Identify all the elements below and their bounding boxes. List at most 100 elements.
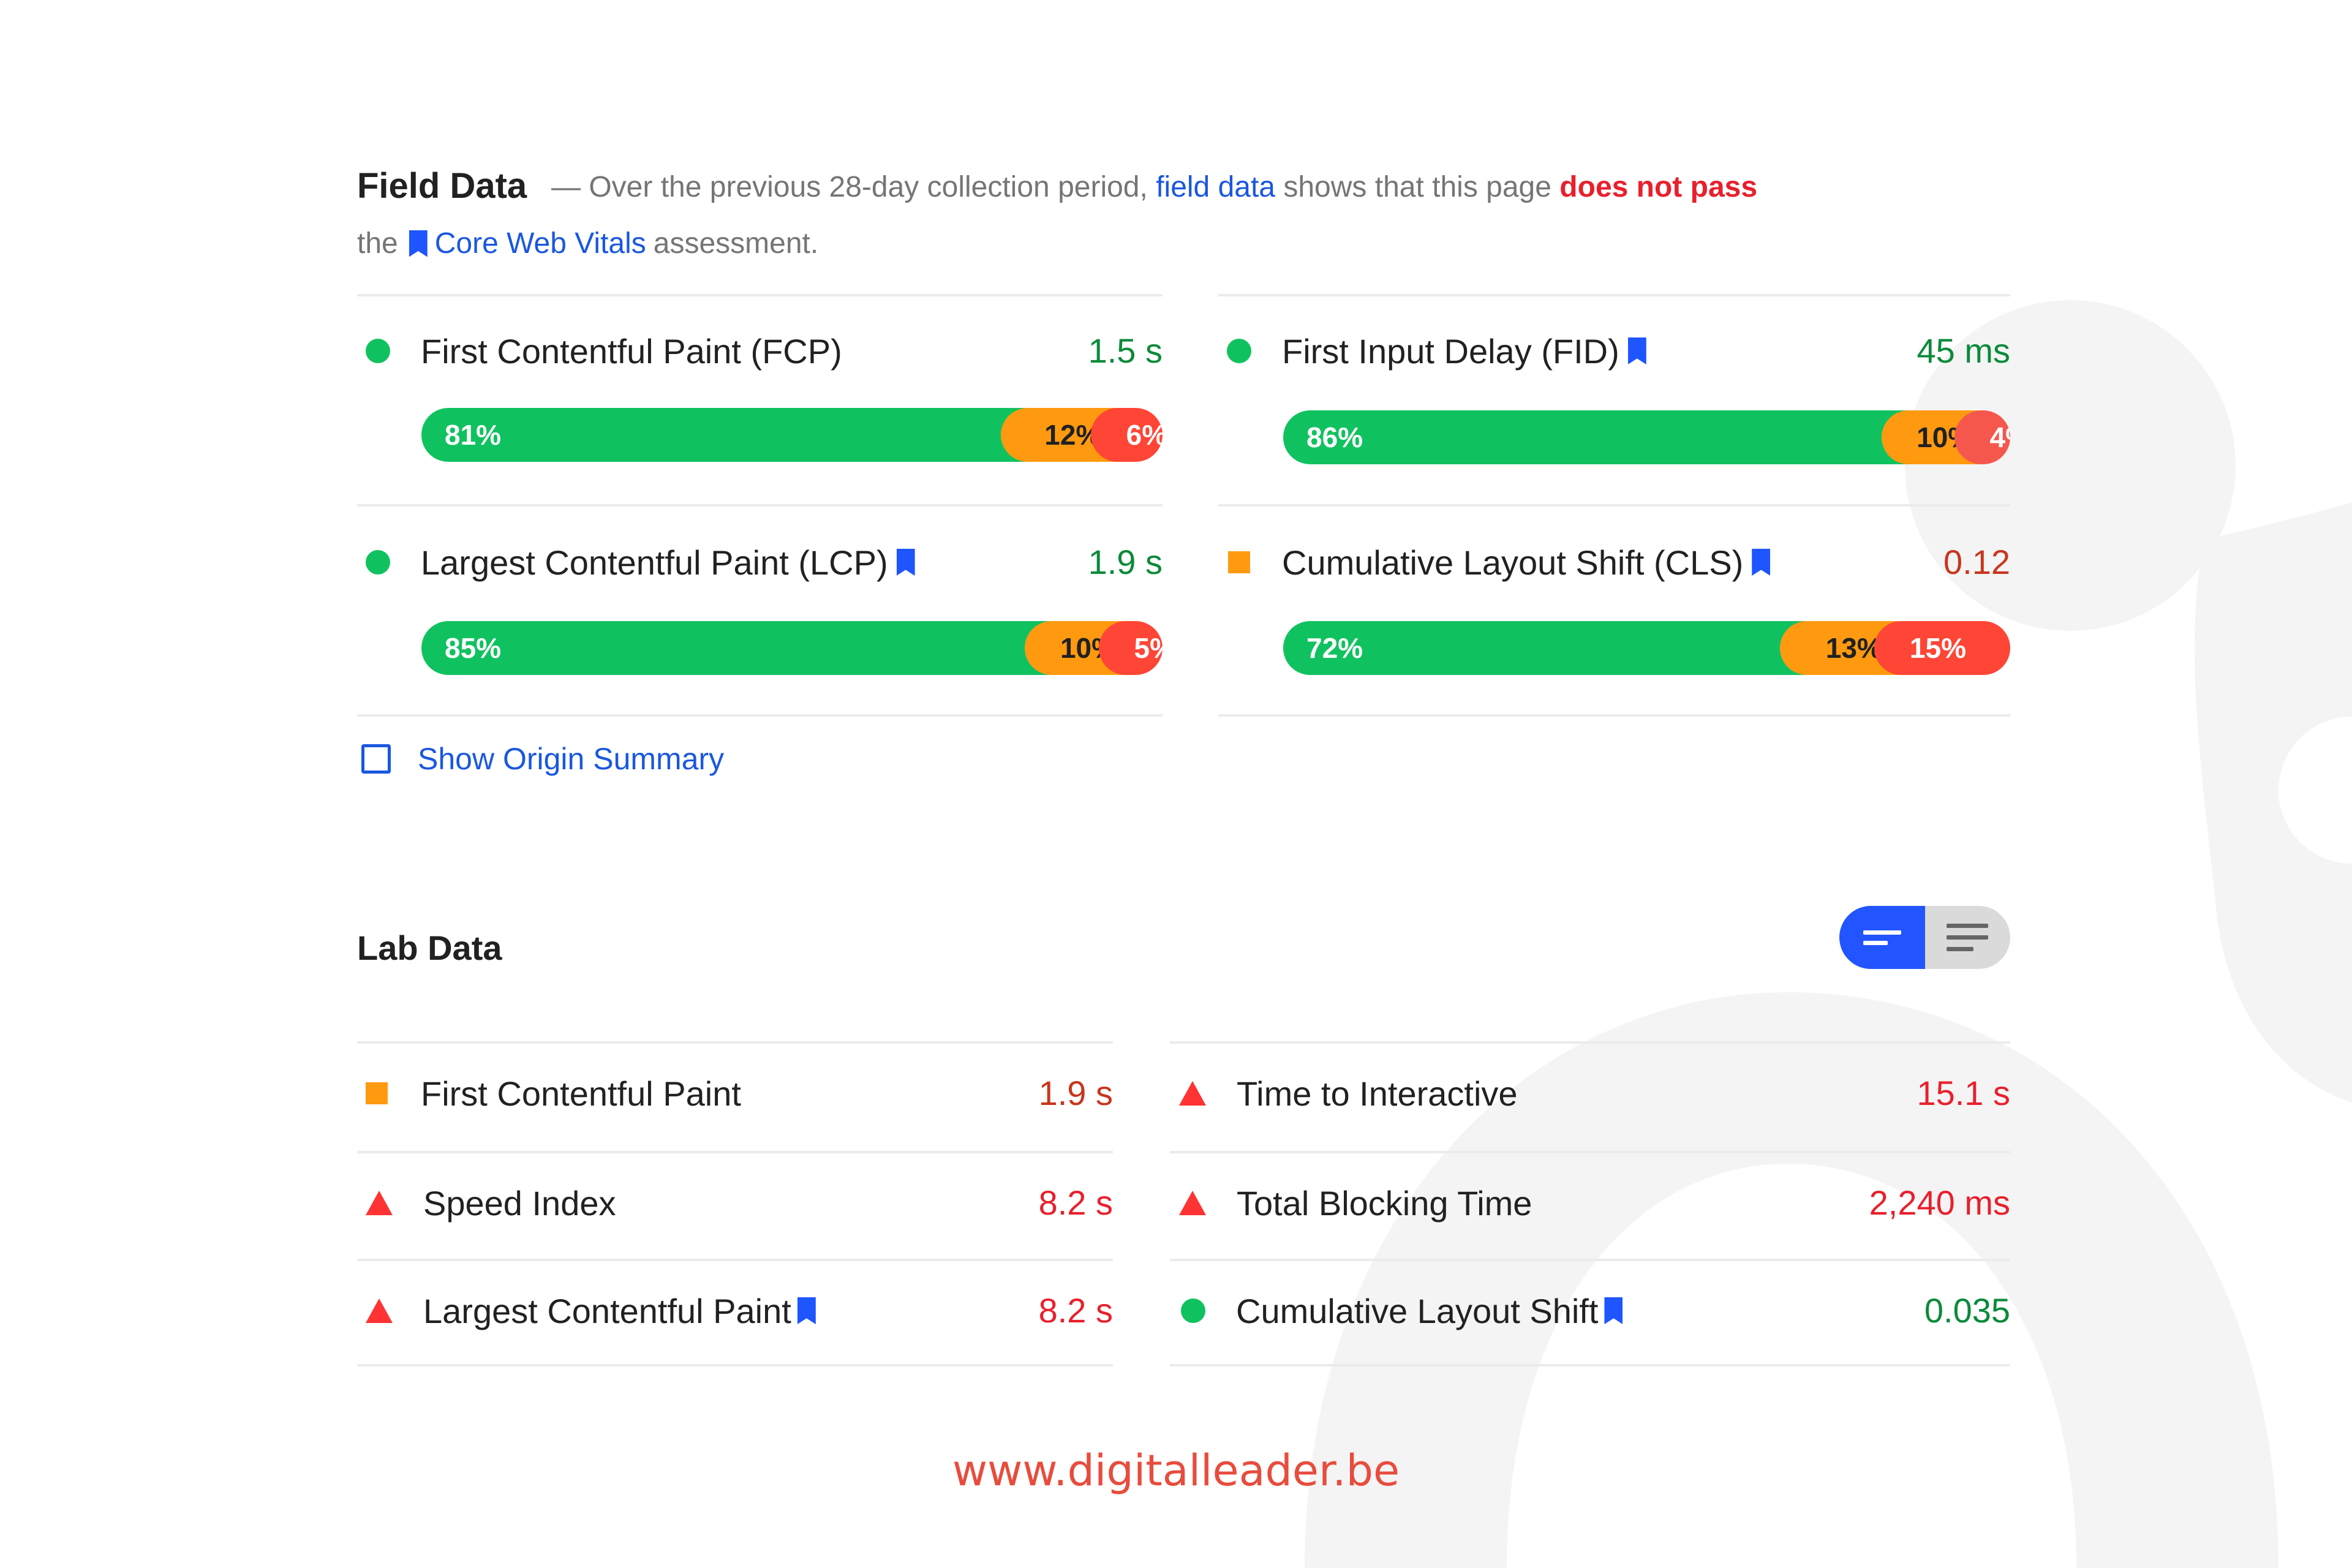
bar-poor-segment: 4% xyxy=(1954,410,2011,464)
core-web-vital-bookmark-icon xyxy=(896,549,915,576)
lab-metric-tti: Time to Interactive xyxy=(1179,1069,1518,1118)
lab-data-title: Lab Data xyxy=(357,929,502,967)
bar-good-segment: 85% xyxy=(421,621,1052,675)
poor-percent: 6% xyxy=(1126,419,1163,451)
divider xyxy=(1218,504,2010,507)
lab-metric-speed-index: Speed Index xyxy=(366,1178,616,1227)
lab-metric-cls: Cumulative Layout Shift xyxy=(1181,1286,1623,1335)
divider xyxy=(357,1151,1113,1153)
metric-label: First Contentful Paint (FCP) xyxy=(421,331,842,371)
core-web-vitals-bookmark-icon xyxy=(409,230,428,257)
bar-poor-segment: 6% xyxy=(1090,408,1163,462)
core-web-vital-bookmark-icon xyxy=(1752,549,1771,576)
metric-value: 1.9 s xyxy=(1038,1074,1113,1112)
poor-status-icon xyxy=(366,1298,393,1323)
lab-metric-lcp: Largest Contentful Paint xyxy=(366,1286,816,1335)
metric-label: Cumulative Layout Shift (CLS) xyxy=(1282,543,1744,582)
metric-label: Cumulative Layout Shift xyxy=(1236,1291,1599,1330)
metric-value: 1.5 s xyxy=(1088,331,1163,370)
metric-value: 1.9 s xyxy=(1088,543,1163,581)
desc-text: assessment. xyxy=(653,227,819,260)
poor-status-icon xyxy=(1179,1081,1206,1106)
core-web-vital-bookmark-icon xyxy=(797,1297,816,1324)
background-logo-decoration xyxy=(1305,300,2352,1568)
metric-label: Largest Contentful Paint xyxy=(423,1291,791,1330)
desc-text: Over the previous 28-day collection peri… xyxy=(589,171,1148,203)
metric-label: Total Blocking Time xyxy=(1237,1183,1532,1223)
desc-dash: — xyxy=(551,171,581,203)
good-status-icon xyxy=(366,339,390,363)
good-percent: 85% xyxy=(445,632,502,664)
average-status-icon xyxy=(1228,551,1250,573)
good-status-icon xyxy=(1227,339,1251,363)
divider xyxy=(1218,294,2010,296)
divider xyxy=(1170,1259,2010,1261)
bar-good-segment: 72% xyxy=(1283,621,1807,675)
metric-label: First Contentful Paint xyxy=(421,1074,741,1113)
field-data-description-line2: the Core Web Vitals assessment. xyxy=(357,227,818,260)
bar-good-segment: 86% xyxy=(1283,410,1909,464)
field-data-description: — Over the previous 28-day collection pe… xyxy=(551,170,1757,204)
bar-poor-segment: 15% xyxy=(1874,621,2010,675)
poor-percent: 5% xyxy=(1134,632,1163,664)
core-web-vital-bookmark-icon xyxy=(1627,337,1646,364)
field-metric-lcp: Largest Contentful Paint (LCP) xyxy=(366,538,915,587)
metric-value: 8.2 s xyxy=(1038,1291,1113,1330)
distribution-bar-cls: 72% 13% 15% xyxy=(1283,621,2010,675)
divider xyxy=(357,504,1163,507)
bar-good-segment: 81% xyxy=(421,408,1028,462)
bars-view-button[interactable] xyxy=(1839,906,1925,969)
show-origin-summary-checkbox[interactable] xyxy=(361,744,391,774)
desc-text: shows that this page xyxy=(1283,171,1551,203)
desc-text: the xyxy=(357,227,398,260)
show-origin-summary-label[interactable]: Show Origin Summary xyxy=(418,741,724,777)
divider xyxy=(1170,1364,2010,1366)
divider xyxy=(1218,714,2010,717)
metric-label: First Input Delay (FID) xyxy=(1282,331,1619,371)
good-status-icon xyxy=(1181,1298,1205,1323)
distribution-bar-fid: 86% 10% 4% xyxy=(1283,410,2010,464)
metric-label: Time to Interactive xyxy=(1237,1074,1518,1113)
show-origin-summary-toggle[interactable]: Show Origin Summary xyxy=(361,741,724,777)
divider xyxy=(357,294,1163,296)
footer-website-url: www.digitalleader.be xyxy=(952,1446,1400,1496)
metric-value: 0.12 xyxy=(1943,543,2010,581)
divider xyxy=(1170,1041,2010,1044)
poor-status-icon xyxy=(366,1191,393,1215)
good-percent: 86% xyxy=(1306,421,1363,453)
field-metric-fid: First Input Delay (FID) xyxy=(1227,326,1646,375)
poor-status-icon xyxy=(1179,1191,1206,1215)
view-toggle[interactable] xyxy=(1839,906,2010,969)
field-data-link[interactable]: field data xyxy=(1156,171,1275,203)
metric-label: Speed Index xyxy=(423,1183,616,1223)
core-web-vitals-link[interactable]: Core Web Vitals xyxy=(435,227,646,260)
metric-label: Largest Contentful Paint (LCP) xyxy=(421,543,888,582)
metric-value: 15.1 s xyxy=(1917,1074,2010,1112)
metric-value: 0.035 xyxy=(1924,1291,2010,1330)
good-percent: 72% xyxy=(1306,632,1363,664)
lab-metric-tbt: Total Blocking Time xyxy=(1179,1178,1532,1227)
metric-value: 45 ms xyxy=(1917,331,2011,370)
divider xyxy=(357,1259,1113,1261)
bar-poor-segment: 5% xyxy=(1098,621,1163,675)
field-metric-cls: Cumulative Layout Shift (CLS) xyxy=(1228,538,1771,587)
divider xyxy=(357,1364,1113,1366)
divider xyxy=(357,1041,1113,1044)
metric-value: 8.2 s xyxy=(1038,1183,1113,1222)
divider xyxy=(1170,1151,2010,1153)
metric-value: 2,240 ms xyxy=(1869,1183,2010,1222)
core-web-vital-bookmark-icon xyxy=(1604,1297,1623,1324)
poor-percent: 4% xyxy=(1989,421,2011,453)
list-view-button[interactable] xyxy=(1924,906,2010,969)
good-percent: 81% xyxy=(445,419,502,451)
distribution-bar-lcp: 85% 10% 5% xyxy=(421,621,1163,675)
divider xyxy=(357,714,1163,717)
good-status-icon xyxy=(366,550,390,575)
poor-percent: 15% xyxy=(1909,632,1966,664)
bars-view-icon xyxy=(1863,930,1901,945)
assessment-result: does not pass xyxy=(1559,171,1758,203)
distribution-bar-fcp: 81% 12% 6% xyxy=(421,408,1163,462)
lab-metric-fcp: First Contentful Paint xyxy=(366,1069,741,1118)
field-data-title: Field Data xyxy=(357,166,527,206)
list-view-icon xyxy=(1947,924,1989,951)
